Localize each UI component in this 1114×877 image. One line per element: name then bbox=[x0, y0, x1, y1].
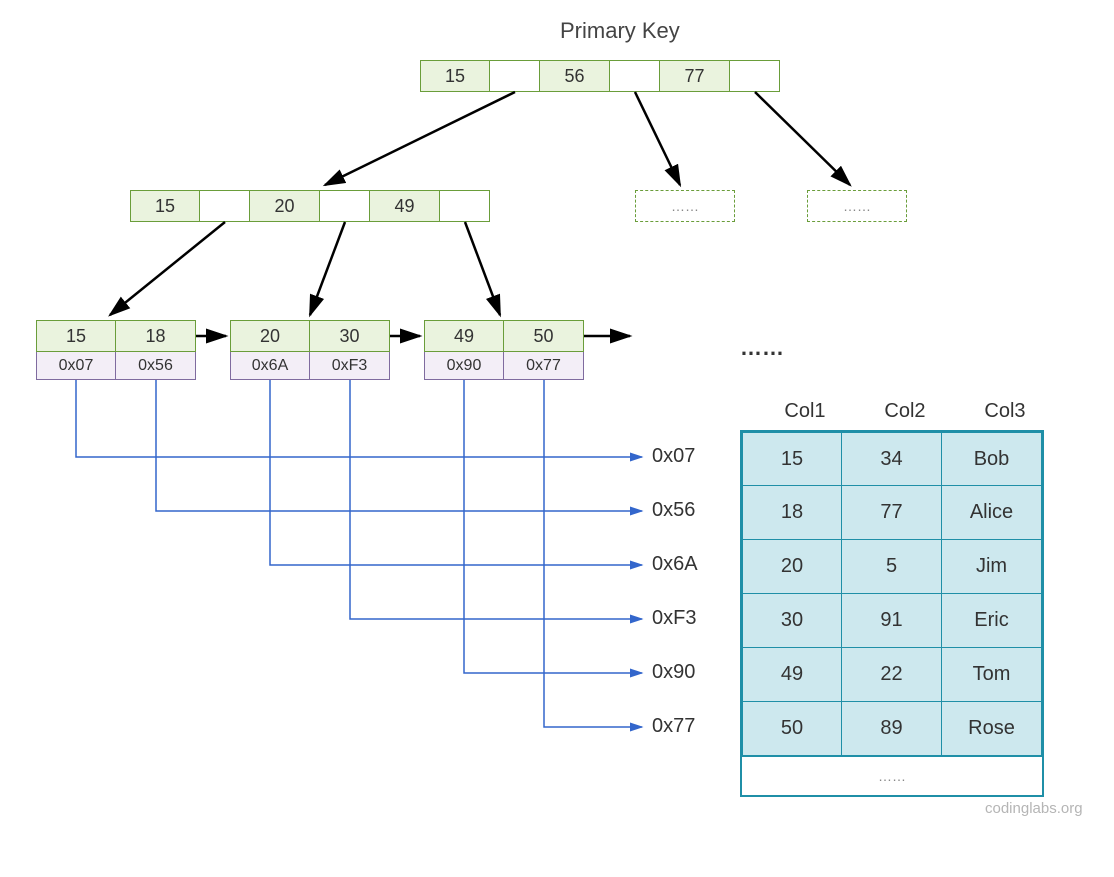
btree-leaf-pointer: 0xF3 bbox=[310, 352, 390, 380]
row-address-label: 0x07 bbox=[652, 445, 695, 468]
btree-leaf-key: 18 bbox=[116, 320, 196, 352]
arrow-internal-to-leaf bbox=[465, 222, 500, 315]
table-cell: 20 bbox=[742, 540, 842, 594]
table-cell: 30 bbox=[742, 594, 842, 648]
table-cell: Rose bbox=[942, 702, 1042, 756]
table-cell: 49 bbox=[742, 648, 842, 702]
btree-pointer-slot bbox=[730, 60, 780, 92]
table-cell: Jim bbox=[942, 540, 1042, 594]
arrow-internal-to-leaf bbox=[310, 222, 345, 315]
table-cell: Bob bbox=[942, 432, 1042, 486]
btree-key: 15 bbox=[130, 190, 200, 222]
btree-leaf-key: 49 bbox=[424, 320, 504, 352]
table-row: 49 22 Tom bbox=[742, 648, 1042, 702]
btree-leaf-pointer: 0x07 bbox=[36, 352, 116, 380]
btree-root-node: 15 56 77 bbox=[420, 60, 780, 92]
table-row: 50 89 Rose bbox=[742, 702, 1042, 756]
btree-pointer-slot bbox=[610, 60, 660, 92]
pointer-line bbox=[76, 380, 642, 457]
btree-leaf-node: 15 18 0x07 0x56 bbox=[36, 320, 196, 380]
btree-pointer-slot bbox=[490, 60, 540, 92]
btree-leaf-node: 20 30 0x6A 0xF3 bbox=[230, 320, 390, 380]
table-cell: 15 bbox=[742, 432, 842, 486]
btree-leaf-key: 15 bbox=[36, 320, 116, 352]
image-credit: codinglabs.org bbox=[985, 800, 1083, 817]
btree-leaf-pointer: 0x77 bbox=[504, 352, 584, 380]
btree-leaf-pointer: 0x56 bbox=[116, 352, 196, 380]
arrow-root-to-child bbox=[755, 92, 850, 185]
btree-leaf-pointer: 0x90 bbox=[424, 352, 504, 380]
pointer-line bbox=[156, 380, 642, 511]
row-address-label: 0x56 bbox=[652, 499, 695, 522]
pointer-line bbox=[350, 380, 642, 619]
arrow-internal-to-leaf bbox=[110, 222, 225, 315]
pointer-line bbox=[270, 380, 642, 565]
btree-internal-node: 15 20 49 bbox=[130, 190, 490, 222]
table-cell: Eric bbox=[942, 594, 1042, 648]
table-cell: 18 bbox=[742, 486, 842, 540]
btree-leaf-pointer: 0x6A bbox=[230, 352, 310, 380]
btree-key: 77 bbox=[660, 60, 730, 92]
row-address-label: 0x77 bbox=[652, 715, 695, 738]
btree-pointer-slot bbox=[200, 190, 250, 222]
table-row: 20 5 Jim bbox=[742, 540, 1042, 594]
table-cell: 91 bbox=[842, 594, 942, 648]
table-cell: 5 bbox=[842, 540, 942, 594]
table-cell: 89 bbox=[842, 702, 942, 756]
btree-key: 49 bbox=[370, 190, 440, 222]
table-header-col3: Col3 bbox=[960, 400, 1050, 423]
btree-key: 56 bbox=[540, 60, 610, 92]
table-cell: 34 bbox=[842, 432, 942, 486]
diagram-title: Primary Key bbox=[560, 18, 680, 44]
table-footer-ellipsis: …… bbox=[742, 756, 1042, 795]
btree-pointer-slot bbox=[440, 190, 490, 222]
row-address-label: 0x90 bbox=[652, 661, 695, 684]
table-cell: Tom bbox=[942, 648, 1042, 702]
arrow-root-to-child bbox=[325, 92, 515, 185]
pointer-line bbox=[464, 380, 642, 673]
table-row: 15 34 Bob bbox=[742, 432, 1042, 486]
data-table: 15 34 Bob 18 77 Alice 20 5 Jim 30 91 Eri… bbox=[740, 430, 1044, 797]
btree-collapsed-node: …… bbox=[807, 190, 907, 222]
btree-leaf-key: 30 bbox=[310, 320, 390, 352]
btree-key: 20 bbox=[250, 190, 320, 222]
btree-collapsed-node: …… bbox=[635, 190, 735, 222]
table-header-col1: Col1 bbox=[760, 400, 850, 423]
table-cell: 77 bbox=[842, 486, 942, 540]
table-row: 18 77 Alice bbox=[742, 486, 1042, 540]
btree-leaf-key: 20 bbox=[230, 320, 310, 352]
btree-key: 15 bbox=[420, 60, 490, 92]
table-row: 30 91 Eric bbox=[742, 594, 1042, 648]
table-cell: Alice bbox=[942, 486, 1042, 540]
btree-pointer-slot bbox=[320, 190, 370, 222]
btree-leaf-node: 49 50 0x90 0x77 bbox=[424, 320, 584, 380]
pointer-line bbox=[544, 380, 642, 727]
table-header-col2: Col2 bbox=[860, 400, 950, 423]
row-address-label: 0x6A bbox=[652, 553, 698, 576]
leaf-ellipsis: …… bbox=[740, 335, 784, 361]
row-address-label: 0xF3 bbox=[652, 607, 696, 630]
table-cell: 50 bbox=[742, 702, 842, 756]
table-cell: 22 bbox=[842, 648, 942, 702]
btree-leaf-key: 50 bbox=[504, 320, 584, 352]
arrow-root-to-child bbox=[635, 92, 680, 185]
